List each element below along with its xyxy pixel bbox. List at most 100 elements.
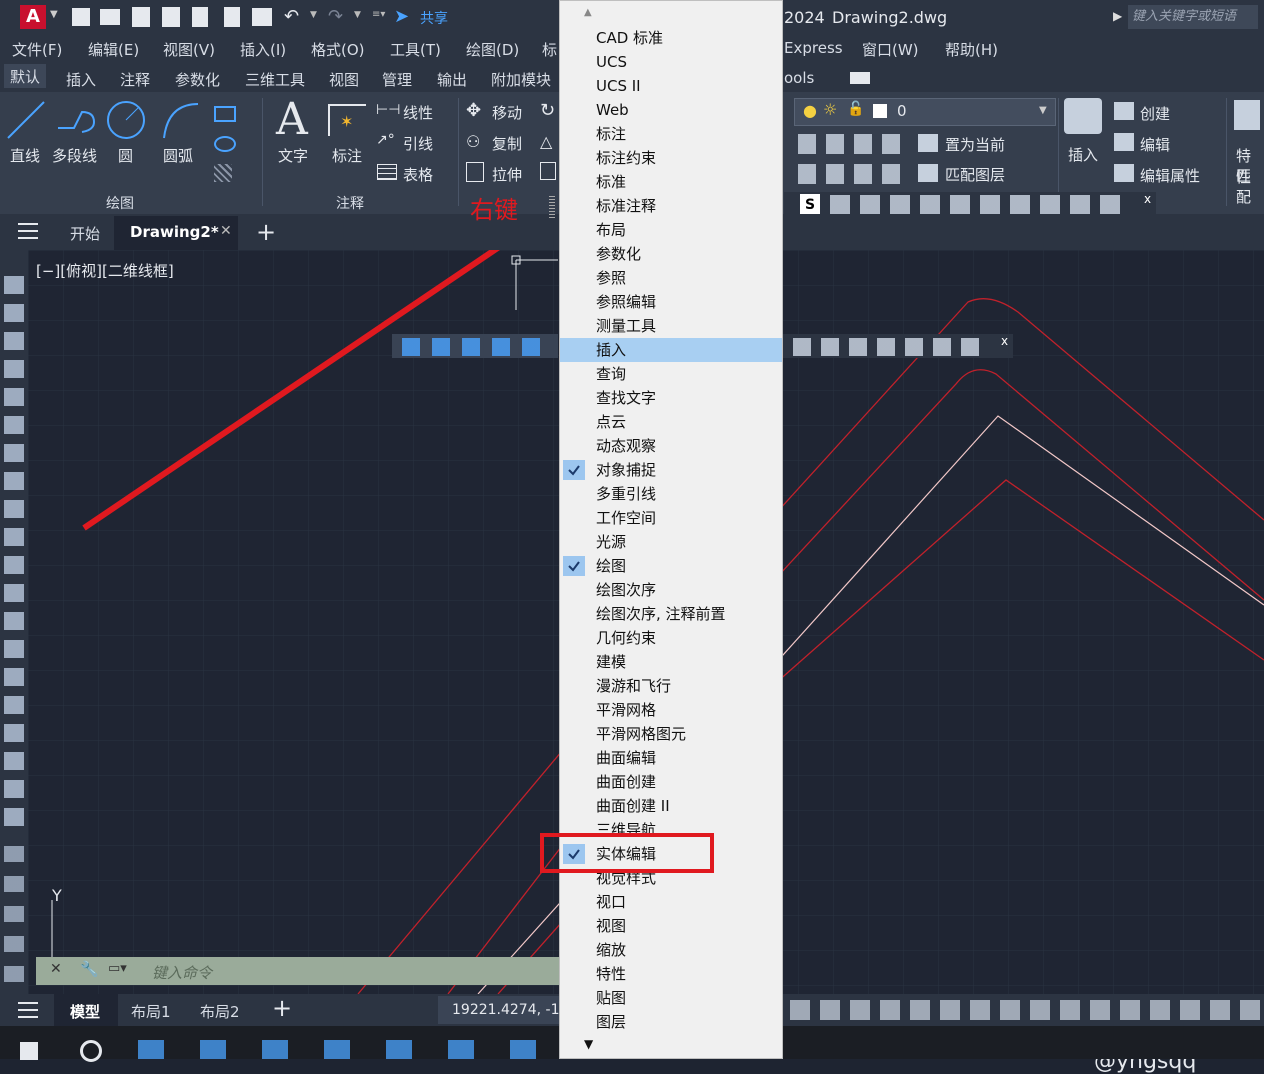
layer-tools-row2[interactable] xyxy=(798,164,908,184)
circle-icon[interactable] xyxy=(104,98,148,142)
draw-tools-icons[interactable] xyxy=(4,266,24,826)
context-menu-item[interactable]: UCS xyxy=(560,50,782,74)
context-menu-item[interactable]: 视图 xyxy=(560,914,782,938)
edit-block-button[interactable]: 编辑 xyxy=(1140,134,1170,155)
share-icon[interactable]: ➤ xyxy=(394,6,409,27)
context-menu-item[interactable]: 工作空间 xyxy=(560,506,782,530)
floating-toolbar-handle-icon[interactable] xyxy=(549,194,555,218)
context-menu-item[interactable]: Web xyxy=(560,98,782,122)
context-menu-item[interactable]: 平滑网格图元 xyxy=(560,722,782,746)
context-menu-item[interactable]: 查询 xyxy=(560,362,782,386)
layer-color-swatch[interactable] xyxy=(873,104,887,118)
menu-view[interactable]: 视图(V) xyxy=(163,39,215,60)
search-input[interactable]: 键入关键字或短语 xyxy=(1128,5,1258,29)
undo-icon[interactable]: ↶ xyxy=(284,6,299,27)
context-menu-item[interactable]: 平滑网格 xyxy=(560,698,782,722)
new-tab-icon[interactable]: + xyxy=(256,218,276,246)
context-menu-item[interactable]: 曲面编辑 xyxy=(560,746,782,770)
layer-dropdown[interactable]: ● ☼ 🔓 0 ▼ xyxy=(794,98,1056,126)
hamburger-menu-icon[interactable] xyxy=(18,223,38,239)
dimension-icon[interactable]: ✶ xyxy=(328,104,366,136)
layer-dropdown-chevron-icon[interactable]: ▼ xyxy=(1039,105,1047,116)
ribbon-tab-addins[interactable]: 附加模块 xyxy=(491,69,551,90)
share-button[interactable]: 共享 xyxy=(420,8,448,28)
print-icon[interactable] xyxy=(252,8,272,26)
menu-help[interactable]: 帮助(H) xyxy=(945,39,998,60)
tab-layout1[interactable]: 布局1 xyxy=(131,1001,171,1022)
context-menu-item[interactable]: 视口 xyxy=(560,890,782,914)
context-menu-item[interactable]: 动态观察 xyxy=(560,434,782,458)
menu-draw[interactable]: 绘图(D) xyxy=(466,39,519,60)
insert-toolbar-floating-right[interactable]: x xyxy=(783,334,1013,358)
context-menu-item[interactable]: 点云 xyxy=(560,410,782,434)
undo-dropdown-icon[interactable]: ▼ xyxy=(310,10,317,20)
ribbon-tab-express-tools-partial[interactable]: ools xyxy=(784,69,814,87)
app-logo[interactable]: A xyxy=(20,5,46,29)
match-layer-icon[interactable] xyxy=(918,164,938,182)
circle-button[interactable]: 圆 xyxy=(118,145,133,166)
text-style-s-icon[interactable]: S xyxy=(800,194,820,216)
command-close-icon[interactable]: ✕ xyxy=(50,961,62,977)
layer-tools-row1[interactable] xyxy=(798,134,908,154)
ribbon-tab-annotate[interactable]: 注释 xyxy=(120,69,150,90)
menu-file[interactable]: 文件(F) xyxy=(12,39,62,60)
context-menu-item[interactable]: 曲面创建 xyxy=(560,770,782,794)
copy-icon[interactable]: ⚇ xyxy=(466,132,480,151)
create-block-icon[interactable] xyxy=(1114,102,1134,120)
table-icon[interactable] xyxy=(377,164,397,180)
search-expand-icon[interactable]: ▶ xyxy=(1113,9,1122,23)
context-menu-item[interactable]: 绘图次序 xyxy=(560,578,782,602)
command-line[interactable]: ✕ 🔧 ▭▾ 键入命令 xyxy=(36,957,559,985)
move-icon[interactable]: ✥ xyxy=(466,100,481,121)
close-tab-icon[interactable]: ✕ xyxy=(220,223,232,239)
redo-icon[interactable]: ↷ xyxy=(328,6,343,27)
match-properties-button[interactable]: 匹配 xyxy=(1236,165,1264,207)
menu-window[interactable]: 窗口(W) xyxy=(862,39,919,60)
leader-icon[interactable]: ↗° xyxy=(376,132,395,148)
scale-icon[interactable] xyxy=(540,162,556,180)
open-file-icon[interactable] xyxy=(100,9,120,25)
insert-block-icon[interactable] xyxy=(1064,98,1102,134)
save-as-icon[interactable] xyxy=(162,7,180,27)
ribbon-tab-manage[interactable]: 管理 xyxy=(382,69,412,90)
layer-on-icon[interactable]: ● xyxy=(803,101,817,120)
layer-sun-icon[interactable]: ☼ xyxy=(823,100,837,119)
context-menu-item[interactable]: 建模 xyxy=(560,650,782,674)
scroll-down-icon[interactable]: ▼ xyxy=(584,1037,593,1051)
customize-qat-icon[interactable]: ≡▾ xyxy=(372,9,385,20)
ribbon-tab-3d-tools[interactable]: 三维工具 xyxy=(245,69,305,90)
ribbon-minimize-icon[interactable] xyxy=(850,72,870,84)
context-menu-item[interactable]: 标注 xyxy=(560,122,782,146)
rotate-icon[interactable]: ↻ xyxy=(540,100,555,121)
context-menu-item[interactable]: 布局 xyxy=(560,218,782,242)
context-menu-item[interactable]: UCS II xyxy=(560,74,782,98)
hatch-icon[interactable] xyxy=(214,164,232,182)
command-input[interactable]: 键入命令 xyxy=(152,962,212,983)
ribbon-tab-default[interactable]: 默认 xyxy=(4,64,47,88)
context-menu-item[interactable]: 插入 xyxy=(560,338,782,362)
menu-dimension-partial[interactable]: 标 xyxy=(542,39,557,60)
properties-icon[interactable] xyxy=(1234,100,1260,130)
edit-attributes-button[interactable]: 编辑属性 xyxy=(1140,165,1200,186)
menu-express[interactable]: Express xyxy=(784,39,843,57)
insert-tools-icons-right[interactable] xyxy=(793,338,989,356)
layer-lock-icon[interactable]: 🔓 xyxy=(847,101,864,117)
edit-attributes-icon[interactable] xyxy=(1114,164,1134,182)
leader-button[interactable]: 引线 xyxy=(403,133,433,154)
tab-layout2[interactable]: 布局2 xyxy=(200,1001,240,1022)
annotation-group-label[interactable]: 注释 xyxy=(336,193,364,213)
stretch-button[interactable]: 拉伸 xyxy=(492,164,522,185)
command-history-icon[interactable]: ▭▾ xyxy=(108,961,127,976)
context-menu-item[interactable]: 多重引线 xyxy=(560,482,782,506)
tab-start[interactable]: 开始 xyxy=(70,223,100,244)
stretch-icon[interactable] xyxy=(466,162,484,182)
rectangle-icon[interactable] xyxy=(214,106,236,122)
edit-block-icon[interactable] xyxy=(1114,133,1134,151)
menu-format[interactable]: 格式(O) xyxy=(311,39,365,60)
text-button[interactable]: 文字 xyxy=(278,145,308,166)
menu-tools[interactable]: 工具(T) xyxy=(390,39,441,60)
menu-edit[interactable]: 编辑(E) xyxy=(88,39,139,60)
tab-model[interactable]: 模型 xyxy=(54,994,118,1026)
command-settings-icon[interactable]: 🔧 xyxy=(80,960,99,978)
context-menu-item[interactable]: 图层 xyxy=(560,1010,782,1034)
